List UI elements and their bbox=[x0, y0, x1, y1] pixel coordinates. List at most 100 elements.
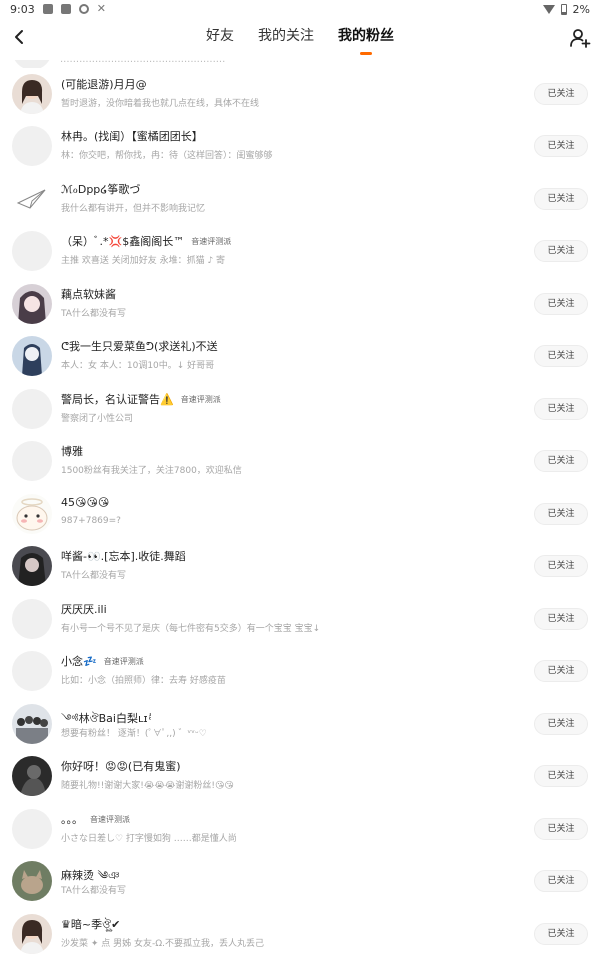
follower-name-text: 林冉。(找闺）【蜜橘团团长】 bbox=[61, 130, 203, 143]
follower-name[interactable]: 藕点软妹酱 bbox=[61, 286, 116, 302]
follower-row[interactable]: 45😘😘😘 987+7869=? 已关注 bbox=[0, 488, 600, 540]
follower-name[interactable]: 厌厌厌.ili bbox=[61, 601, 107, 617]
follower-name[interactable]: ♛暗~季ঔৣ✔ bbox=[61, 916, 120, 935]
follower-name-text: 警局长，名认证警告⚠️ bbox=[61, 393, 174, 406]
blank-avatar[interactable] bbox=[12, 126, 52, 166]
follower-name-text: 咩酱-👀.[忘本].收徒.舞蹈 bbox=[61, 550, 186, 563]
tester-badge: 音速评测派 bbox=[90, 815, 130, 824]
partial-list-item: ........................................… bbox=[0, 60, 600, 68]
tab-friends[interactable]: 好友 bbox=[204, 18, 236, 60]
following-button[interactable]: 已关注 bbox=[534, 870, 588, 892]
follower-row[interactable]: (可能退游)月月@ 暂时退游，没你暗着我也就几点在线，具体不在线 已关注 bbox=[0, 68, 600, 120]
add-friend-button[interactable] bbox=[568, 26, 592, 50]
following-button[interactable]: 已关注 bbox=[534, 660, 588, 682]
cat-photo-avatar[interactable] bbox=[12, 861, 52, 901]
follower-bio: 沙发菜 ✦ 点 男姊 女友-Ω.不要孤立我，丢人丸丢己 bbox=[61, 939, 264, 949]
follower-bio: 警察闭了小性公司 bbox=[61, 414, 134, 424]
follower-name[interactable]: 警局长，名认证警告⚠️ 音速评测派 bbox=[61, 391, 224, 407]
tab-bar: 好友 我的关注 我的粉丝 bbox=[0, 18, 600, 60]
tester-badge: 音速评测派 bbox=[103, 657, 144, 666]
follower-row[interactable]: 厌厌厌.ili 有小号一个号不见了是庆（每七件密有5交多）有一个宝宝 宝宝↓ 已关注 bbox=[0, 593, 600, 645]
blank-avatar[interactable] bbox=[12, 389, 52, 429]
follower-bio: 想要有粉丝！ 逐渐！(ﾟ∀ﾟ,,) ゛ᵛᵛᵕ♡ bbox=[61, 729, 207, 739]
sync-notification-icon bbox=[78, 4, 89, 14]
follower-bio: 本人：女 本人：10调10中。↓ 好哥哥 bbox=[61, 361, 215, 371]
following-button[interactable]: 已关注 bbox=[534, 555, 588, 577]
blank-avatar bbox=[12, 60, 52, 68]
follower-row[interactable]: （呆）ﾞ.*💢$鑫阁阁长™ 音速评测派 主推 欢喜送 关闭加好友 永堆：抓猫 ♪ 寄… bbox=[0, 225, 600, 277]
follower-name-text: (可能退游)月月@ bbox=[61, 78, 147, 91]
following-button[interactable]: 已关注 bbox=[534, 293, 588, 315]
following-button[interactable]: 已关注 bbox=[534, 345, 588, 367]
close-notification-icon: ✕ bbox=[96, 2, 106, 15]
follower-name[interactable]: ᕦ我一生只爱菜鱼ᕤ(求送礼)不送 bbox=[61, 338, 218, 354]
following-button[interactable]: 已关注 bbox=[534, 765, 588, 787]
status-left: 9:03 ✕ bbox=[10, 3, 106, 16]
follower-bio: 我什么都有讲开，但并不影响我记忆 bbox=[61, 204, 206, 214]
following-button[interactable]: 已关注 bbox=[534, 83, 588, 105]
follower-name-text: 藕点软妹酱 bbox=[61, 288, 116, 301]
girl-photo-avatar[interactable] bbox=[12, 74, 52, 114]
tab-following[interactable]: 我的关注 bbox=[256, 18, 316, 60]
tab-following-label: 我的关注 bbox=[258, 28, 314, 44]
dark-photo-avatar[interactable] bbox=[12, 756, 52, 796]
follower-row[interactable]: ༺林ঔBai白梨ʟɪ ̊ͣ 想要有粉丝！ 逐渐！(ﾟ∀ﾟ,,) ゛ᵛᵛᵕ♡ 已关注 bbox=[0, 698, 600, 750]
girl-photo-avatar[interactable] bbox=[12, 914, 52, 954]
following-button[interactable]: 已关注 bbox=[534, 608, 588, 630]
paper-plane-avatar[interactable] bbox=[12, 179, 52, 219]
blank-avatar[interactable] bbox=[12, 441, 52, 481]
blank-avatar[interactable] bbox=[12, 231, 52, 271]
follower-row[interactable]: 麻辣烫 ༄ঞ TA什么都没有写 已关注 bbox=[0, 855, 600, 907]
follower-row[interactable]: ᕦ我一生只爱菜鱼ᕤ(求送礼)不送 本人：女 本人：10调10中。↓ 好哥哥 已关注 bbox=[0, 330, 600, 382]
blank-avatar[interactable] bbox=[12, 809, 52, 849]
following-button[interactable]: 已关注 bbox=[534, 450, 588, 472]
following-button[interactable]: 已关注 bbox=[534, 503, 588, 525]
following-button[interactable]: 已关注 bbox=[534, 923, 588, 945]
follower-name[interactable]: 45😘😘😘 bbox=[61, 496, 109, 509]
anime-girl-avatar[interactable] bbox=[12, 284, 52, 324]
wifi-icon bbox=[542, 4, 555, 14]
following-button[interactable]: 已关注 bbox=[534, 188, 588, 210]
cartoon-bear-avatar[interactable] bbox=[12, 494, 52, 534]
follower-row[interactable]: ℳℴDpp໒筝歌づ我什么都有讲开，但并不影响我记忆 已关注 bbox=[0, 173, 600, 225]
following-button[interactable]: 已关注 bbox=[534, 135, 588, 157]
follower-row[interactable]: 咩酱-👀.[忘本].收徒.舞蹈 TA什么都没有写 已关注 bbox=[0, 540, 600, 592]
follower-row[interactable]: 警局长，名认证警告⚠️ 音速评测派警察闭了小性公司 已关注 bbox=[0, 383, 600, 435]
follower-row[interactable]: 林冉。(找闺）【蜜橘团团长】 林：你交吧，帮你找，冉：待（这样回答）：闺蜜够够 已关… bbox=[0, 120, 600, 172]
tab-followers[interactable]: 我的粉丝 bbox=[336, 18, 396, 60]
follower-bio: 暂时退游，没你暗着我也就几点在线，具体不在线 bbox=[61, 99, 260, 109]
status-time: 9:03 bbox=[10, 2, 35, 16]
follower-bio: 小さな日差し♡ 打字慢如狗 ……都是懂人尚 bbox=[61, 834, 237, 844]
follower-name[interactable]: 咩酱-👀.[忘本].收徒.舞蹈 bbox=[61, 548, 186, 564]
follower-name-text: ℳℴDpp໒筝歌づ bbox=[61, 183, 141, 196]
follower-name-text: ᕦ我一生只爱菜鱼ᕤ(求送礼)不送 bbox=[61, 340, 218, 353]
follower-name[interactable]: (可能退游)月月@ bbox=[61, 76, 147, 92]
follower-row[interactable]: 博雅 1500粉丝有我关注了，关注7800，欢迎私信 已关注 bbox=[0, 435, 600, 487]
follower-row[interactable]: 你好呀！😡😡(已有鬼蜜) 随要礼物!!谢谢大家!😭😭😭谢谢粉丝!😘😘 已关注 bbox=[0, 750, 600, 802]
follower-name[interactable]: 你好呀！😡😡(已有鬼蜜) bbox=[61, 758, 181, 774]
follower-row[interactable]: 小念💤 音速评测派 比如：小念（拍照师）律：去寿 好感疫苗 已关注 bbox=[0, 645, 600, 697]
follower-row[interactable]: 。。。 音速评测派小さな日差し♡ 打字慢如狗 ……都是懂人尚 已关注 bbox=[0, 803, 600, 855]
following-button[interactable]: 已关注 bbox=[534, 240, 588, 262]
following-button[interactable]: 已关注 bbox=[534, 818, 588, 840]
follower-row[interactable]: ♛暗~季ঔৣ✔ 沙发菜 ✦ 点 男姊 女友-Ω.不要孤立我，丢人丸丢己 已关注 bbox=[0, 908, 600, 960]
follower-name[interactable]: ℳℴDpp໒筝歌づ bbox=[61, 181, 140, 197]
follower-name[interactable]: 博雅 bbox=[61, 443, 83, 459]
follower-row[interactable]: 藕点软妹酱 TA什么都没有写 已关注 bbox=[0, 278, 600, 330]
follower-name[interactable]: 林冉。(找闺）【蜜橘团团长】 bbox=[61, 128, 203, 144]
following-button[interactable]: 已关注 bbox=[534, 398, 588, 420]
follower-name[interactable]: （呆）ﾞ.*💢$鑫阁阁长™ 音速评测派 bbox=[61, 233, 234, 249]
blank-avatar[interactable] bbox=[12, 651, 52, 691]
follower-name-text: 你好呀！😡😡(已有鬼蜜) bbox=[61, 760, 181, 773]
following-button[interactable]: 已关注 bbox=[534, 713, 588, 735]
blank-avatar[interactable] bbox=[12, 599, 52, 639]
follower-name[interactable]: 小念💤 音速评测派 bbox=[61, 653, 147, 669]
dark-girl-avatar[interactable] bbox=[12, 546, 52, 586]
follower-name[interactable]: 。。。 音速评测派 bbox=[61, 811, 133, 827]
group-photo-avatar[interactable] bbox=[12, 704, 52, 744]
follower-bio: 有小号一个号不见了是庆（每七件密有5交多）有一个宝宝 宝宝↓ bbox=[61, 624, 321, 634]
follower-bio: TA什么都没有写 bbox=[61, 886, 126, 896]
tester-badge: 音速评测派 bbox=[191, 237, 232, 246]
follower-bio: 随要礼物!!谢谢大家!😭😭😭谢谢粉丝!😘😘 bbox=[61, 781, 234, 791]
anime-girl-blue-avatar[interactable] bbox=[12, 336, 52, 376]
